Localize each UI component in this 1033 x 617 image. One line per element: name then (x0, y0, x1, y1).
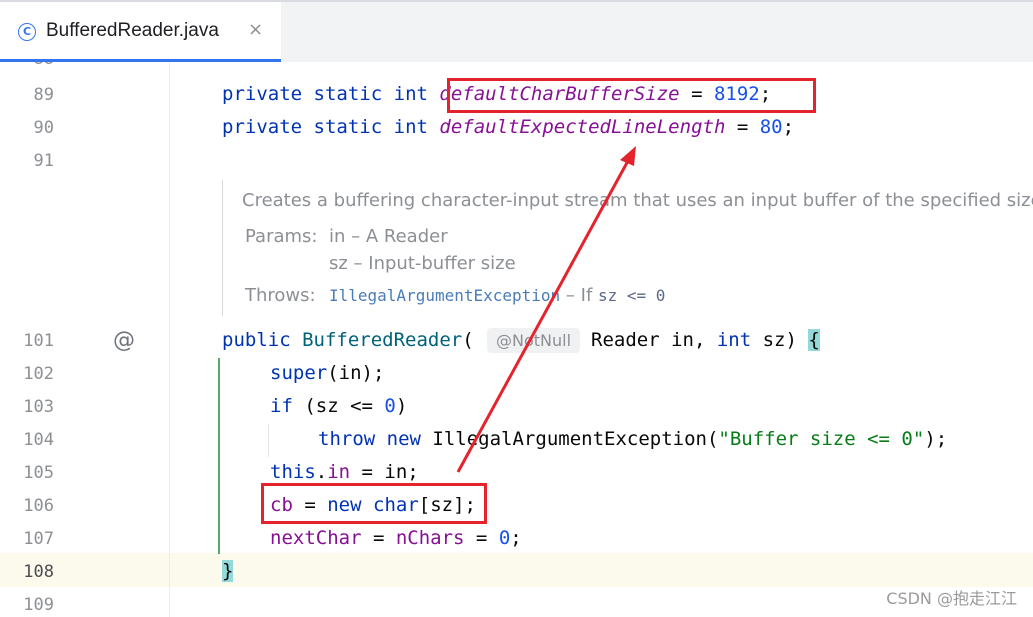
watermark: CSDN @抱走江江 (886, 589, 1017, 608)
editor-tab-bar: C BufferedReader.java × (0, 0, 1033, 62)
arrowhead-icon (620, 146, 636, 166)
annotation-arrow (456, 146, 636, 473)
close-icon[interactable]: × (248, 19, 263, 40)
class-icon: C (18, 23, 36, 41)
tab-bufferedreader[interactable]: C BufferedReader.java × (0, 2, 281, 62)
code-editor[interactable]: 88 89 90 91 101 102 103 104 105 106 107 … (0, 62, 1033, 617)
arrow-line (456, 158, 631, 473)
tab-title: BufferedReader.java (46, 20, 219, 41)
